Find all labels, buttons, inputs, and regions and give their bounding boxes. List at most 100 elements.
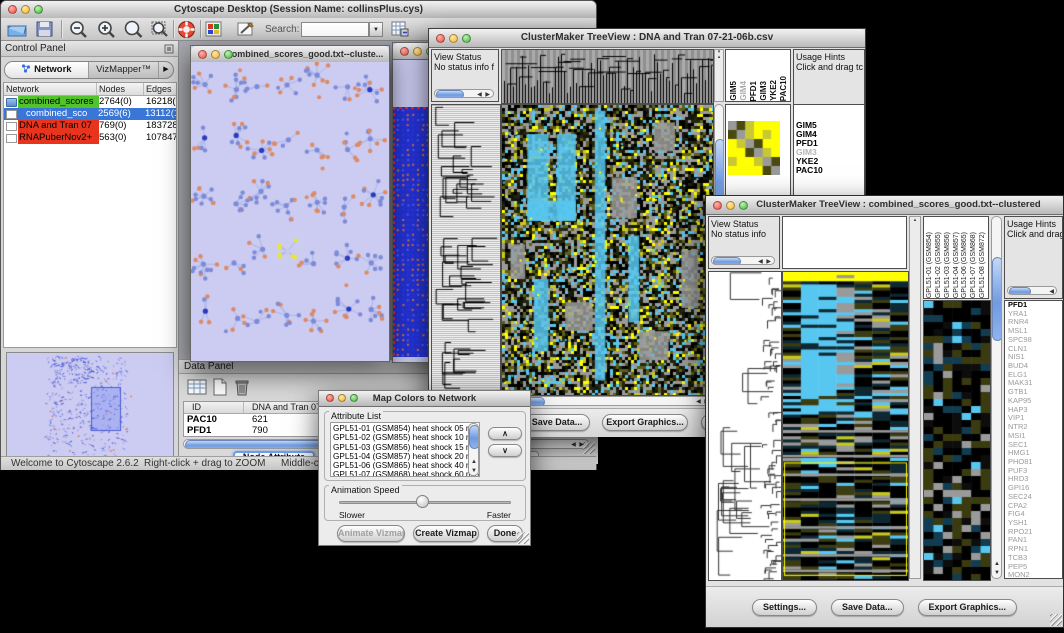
- row-dendrogram[interactable]: [708, 271, 782, 581]
- scroll-left-icon[interactable]: ◀: [1049, 289, 1055, 295]
- save-data-button[interactable]: Save Data...: [524, 414, 590, 431]
- minimize-button[interactable]: [338, 394, 346, 402]
- gene-label[interactable]: MON2: [1008, 571, 1062, 579]
- close-button[interactable]: [326, 394, 334, 402]
- tab-network[interactable]: Network: [5, 62, 89, 78]
- close-button[interactable]: [400, 47, 409, 56]
- close-button[interactable]: [198, 50, 207, 59]
- save-button[interactable]: [36, 21, 53, 42]
- main-titlebar[interactable]: Cytoscape Desktop (Session Name: collins…: [1, 1, 596, 19]
- scroll-left-icon[interactable]: ◀: [696, 399, 702, 405]
- scrollbar-thumb[interactable]: [992, 257, 1002, 341]
- attribute-list-item[interactable]: GPL51-06 (GSM865) heat shock 40 min: [333, 461, 479, 470]
- zoom-button[interactable]: [224, 50, 233, 59]
- search-input[interactable]: [301, 22, 369, 37]
- attribute-list[interactable]: GPL51-01 (GSM854) heat shock 05 minGPL51…: [330, 422, 480, 477]
- scrollbar-thumb[interactable]: [1009, 287, 1031, 295]
- splitter-strip[interactable]: ▾ ▴: [714, 49, 724, 102]
- scroll-up-icon[interactable]: ▲: [471, 459, 478, 465]
- treeview-action-button[interactable]: Settings...: [752, 599, 817, 616]
- scroll-left-icon[interactable]: ◀: [571, 442, 577, 448]
- treeview-2-titlebar[interactable]: ClusterMaker TreeView : combined_scores_…: [706, 196, 1063, 215]
- splitter-strip[interactable]: ▴: [909, 216, 921, 579]
- scrollbar-thumb[interactable]: [436, 90, 464, 98]
- close-button[interactable]: [436, 34, 445, 43]
- scroll-right-icon[interactable]: ▶: [766, 259, 772, 265]
- heatmap-global-view[interactable]: [782, 271, 909, 581]
- resize-grip[interactable]: [583, 442, 595, 454]
- col-header-edges[interactable]: Edges: [144, 83, 176, 95]
- animate-vizmap-button[interactable]: Animate Vizmap: [337, 525, 405, 542]
- column-label[interactable]: PFD1: [749, 81, 759, 101]
- resize-grip[interactable]: [1050, 614, 1062, 626]
- tab-overflow-button[interactable]: ▶: [158, 62, 173, 78]
- tab-vizmapper[interactable]: VizMapper™: [89, 62, 158, 78]
- zoom-button[interactable]: [462, 34, 471, 43]
- zoom-button[interactable]: [350, 394, 358, 402]
- column-label[interactable]: GPL51-07 (GSM868): [970, 232, 979, 298]
- zoom-vscrollbar[interactable]: ▲ ▼: [991, 216, 1002, 579]
- attribute-list-item[interactable]: GPL51-03 (GSM856) heat shock 15 min: [333, 443, 479, 452]
- search-dropdown-button[interactable]: ▼: [369, 22, 383, 37]
- attribute-list-item[interactable]: GPL51-04 (GSM857) heat shock 20 min: [333, 452, 479, 461]
- export-graphics-button[interactable]: Export Graphics...: [602, 414, 688, 431]
- usage-hints-scrollbar[interactable]: ◀: [1007, 286, 1057, 295]
- minimize-button[interactable]: [211, 50, 220, 59]
- heatmap-zoom-view[interactable]: [923, 300, 991, 581]
- import-table-button[interactable]: [391, 21, 409, 42]
- column-label[interactable]: GPL51-02 (GSM855): [935, 232, 944, 298]
- speed-slider-thumb[interactable]: [416, 495, 429, 508]
- vizmapper-button[interactable]: [205, 21, 222, 42]
- attribute-list-item[interactable]: GPL51-07 (GSM868) heat shock 60 min: [333, 470, 479, 477]
- window-controls[interactable]: [8, 5, 43, 14]
- network-window-1-titlebar[interactable]: combined_scores_good.txt--cluste...: [191, 46, 389, 63]
- column-label[interactable]: YKE2: [769, 80, 779, 101]
- column-label[interactable]: GPL51-08 (GSM872): [979, 232, 988, 298]
- minimize-button[interactable]: [21, 5, 30, 14]
- network-row[interactable]: combined_sco 2569(6) 13112(15): [4, 108, 176, 120]
- row-dendrogram[interactable]: [431, 104, 501, 396]
- column-label[interactable]: GIM5: [729, 81, 739, 101]
- view-status-scrollbar[interactable]: ◀ ▶: [711, 256, 775, 265]
- create-vizmap-button[interactable]: Create Vizmap: [413, 525, 479, 542]
- dialog-titlebar[interactable]: Map Colors to Network: [319, 391, 530, 407]
- network-row[interactable]: DNA and Tran 07 769(0) 183728(0): [4, 120, 176, 132]
- treeview-action-button[interactable]: Save Data...: [831, 599, 904, 616]
- float-panel-icon[interactable]: [164, 44, 174, 59]
- column-label[interactable]: GPL51-01 (GSM854): [926, 232, 935, 298]
- minimize-button[interactable]: [726, 201, 735, 210]
- col-header-network[interactable]: Network: [4, 83, 97, 95]
- new-attribute-button[interactable]: [212, 378, 228, 401]
- network-row[interactable]: RNAPuberNov2+ 563(0) 107847(0): [4, 132, 176, 144]
- minimize-button[interactable]: [413, 47, 422, 56]
- column-dendrogram[interactable]: [501, 49, 714, 104]
- col-header-nodes[interactable]: Nodes: [97, 83, 144, 95]
- col-header-id[interactable]: ID: [184, 402, 244, 413]
- move-up-button[interactable]: ∧: [488, 427, 522, 440]
- delete-attribute-button[interactable]: [234, 378, 250, 401]
- scrollbar-thumb[interactable]: [713, 257, 741, 265]
- scroll-right-icon[interactable]: ▶: [485, 92, 491, 98]
- treeview-1-titlebar[interactable]: ClusterMaker TreeView : DNA and Tran 07-…: [429, 29, 865, 48]
- attribute-list-item[interactable]: GPL51-01 (GSM854) heat shock 05 min: [333, 424, 479, 433]
- column-label[interactable]: GPL51-06 (GSM865): [961, 232, 970, 298]
- view-status-scrollbar[interactable]: ◀ ▶: [434, 89, 494, 98]
- treeview-action-button[interactable]: Export Graphics...: [918, 599, 1018, 616]
- arrow-up-icon[interactable]: ▴: [914, 217, 917, 223]
- network-overview-thumbnail[interactable]: [6, 352, 174, 460]
- scrollbar-thumb[interactable]: [469, 425, 479, 449]
- attribute-list-scrollbar[interactable]: ▲ ▼: [468, 423, 479, 476]
- network-view-1-canvas[interactable]: [191, 62, 389, 361]
- attribute-list-item[interactable]: GPL51-02 (GSM855) heat shock 10 min: [333, 433, 479, 442]
- scroll-down-icon[interactable]: ▼: [994, 570, 1001, 576]
- annotation-button[interactable]: [237, 21, 255, 42]
- correlation-matrix[interactable]: [728, 121, 780, 175]
- column-label[interactable]: PAC10: [779, 76, 789, 101]
- minimize-button[interactable]: [449, 34, 458, 43]
- row-label[interactable]: PAC10: [796, 166, 864, 175]
- scroll-left-icon[interactable]: ◀: [477, 92, 483, 98]
- open-file-button[interactable]: [7, 21, 27, 42]
- scroll-down-icon[interactable]: ▼: [471, 468, 478, 474]
- zoom-button[interactable]: [739, 201, 748, 210]
- zoom-button[interactable]: [34, 5, 43, 14]
